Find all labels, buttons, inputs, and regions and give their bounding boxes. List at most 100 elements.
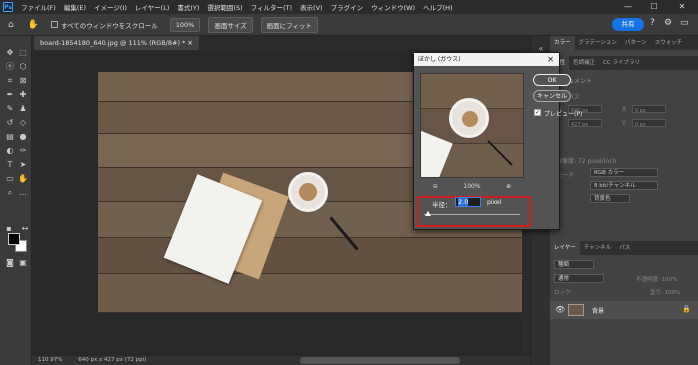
radius-label: 半径： xyxy=(432,201,452,209)
y-label: Y xyxy=(622,120,626,127)
menu-edit[interactable]: 編集(E) xyxy=(60,2,90,12)
tab-layers[interactable]: レイヤー xyxy=(550,241,580,255)
zoom-out-icon[interactable]: ⊖ xyxy=(433,183,438,190)
tab-adjustments[interactable]: 色調補正 xyxy=(569,56,599,70)
gaussian-blur-dialog: ぼかし (ガウス) ✕ ⊖ 100% ⊕ OK キャンセル ✓ プレビュー(P)… xyxy=(413,52,582,230)
color-mode-select[interactable]: RGB カラー xyxy=(590,168,658,177)
object-select-icon[interactable]: ⬡ xyxy=(18,62,28,72)
menu-view[interactable]: 表示(V) xyxy=(296,2,327,12)
history-brush-icon[interactable]: ↺ xyxy=(5,118,15,128)
gear-icon[interactable]: ⚙ xyxy=(664,18,672,28)
lasso-tool-icon[interactable]: ⓞ xyxy=(5,62,15,72)
scroll-all-windows-checkbox[interactable] xyxy=(50,21,58,28)
tab-cc-libraries[interactable]: CC ライブラリ xyxy=(599,56,644,70)
tab-swatches[interactable]: スウォッチ xyxy=(651,36,687,50)
menu-layer[interactable]: レイヤー(L) xyxy=(131,2,174,12)
status-zoom[interactable]: 110.97% xyxy=(38,357,62,363)
horizontal-scrollbar[interactable] xyxy=(300,357,460,364)
document-tab[interactable]: board-1854180_640.jpg @ 111% (RGB/8#) * … xyxy=(34,36,199,50)
workspace-icon[interactable]: ▭ xyxy=(680,18,689,28)
blur-tool-icon[interactable]: ● xyxy=(18,132,28,142)
preview-coffee-cup xyxy=(449,98,489,138)
coffee-cup xyxy=(288,172,328,212)
maximize-button[interactable]: ☐ xyxy=(644,0,664,14)
fill-select[interactable]: 背景色 xyxy=(590,194,630,203)
move-tool-icon[interactable]: ✥ xyxy=(5,48,15,58)
photoshop-logo: Ps xyxy=(3,2,13,12)
dodge-tool-icon[interactable]: ◐ xyxy=(5,146,15,156)
minimize-button[interactable]: — xyxy=(618,0,638,14)
layer-kind-filter[interactable]: 種類 xyxy=(554,260,594,269)
height-field[interactable]: 427 px xyxy=(568,119,602,128)
fill-percent-label[interactable]: 塗り: 100% xyxy=(650,288,680,296)
zoom-tool-icon[interactable]: ⌕ xyxy=(5,188,15,198)
radius-slider-track[interactable] xyxy=(424,214,520,215)
menu-image[interactable]: イメージ(I) xyxy=(90,2,131,12)
tab-channels[interactable]: チャンネル xyxy=(580,241,615,255)
swap-colors-icon[interactable]: ↔ xyxy=(20,224,30,234)
pen-tool-icon[interactable]: ✑ xyxy=(18,146,28,156)
quick-mask-icon[interactable]: ◙ xyxy=(5,258,15,268)
type-tool-icon[interactable]: T xyxy=(5,160,15,170)
eyedropper-icon[interactable]: ✒ xyxy=(5,90,15,100)
tab-pattern[interactable]: パターン xyxy=(621,36,651,50)
shape-tool-icon[interactable]: ▭ xyxy=(5,174,15,184)
hand-tool-icon[interactable]: ✋ xyxy=(18,174,28,184)
right-panels: カラー グラデーション パターン スウォッチ 属性 色調補正 CC ライブラリ … xyxy=(550,36,698,365)
path-select-icon[interactable]: ➤ xyxy=(18,160,28,170)
radius-input[interactable]: 2.0 xyxy=(455,197,481,207)
properties-panel-tabs: 属性 色調補正 CC ライブラリ xyxy=(550,56,698,70)
tab-gradient[interactable]: グラデーション xyxy=(575,36,621,50)
tab-color[interactable]: カラー xyxy=(550,36,575,50)
preview-zoom-row: ⊖ 100% ⊕ xyxy=(420,181,524,191)
brush-tool-icon[interactable]: ✎ xyxy=(5,104,15,114)
zoom-in-icon[interactable]: ⊕ xyxy=(506,183,511,190)
gradient-tool-icon[interactable]: ▤ xyxy=(5,132,15,142)
zoom-100-button[interactable]: 100% xyxy=(169,17,201,32)
foreground-color-swatch[interactable] xyxy=(8,233,20,245)
eye-icon[interactable]: 👁 xyxy=(555,305,565,314)
healing-brush-icon[interactable]: ✚ xyxy=(18,90,28,100)
dialog-preview-image[interactable] xyxy=(420,73,524,178)
more-tools-icon[interactable]: … xyxy=(18,188,28,198)
height-value: 427 px xyxy=(571,122,589,128)
menu-file[interactable]: ファイル(F) xyxy=(17,2,60,12)
preview-checkbox[interactable]: ✓ xyxy=(534,109,541,116)
radius-unit: pixel xyxy=(487,199,502,206)
radius-value: 2.0 xyxy=(458,198,469,206)
fit-screen-button[interactable]: 画面サイズ xyxy=(208,16,253,33)
layer-row-background[interactable]: 👁 背景 🔒 xyxy=(550,301,698,319)
menu-filter[interactable]: フィルター(T) xyxy=(247,2,296,12)
stamp-tool-icon[interactable]: ♟ xyxy=(18,104,28,114)
crop-tool-icon[interactable]: ⌗ xyxy=(5,76,15,86)
color-panel-tabs: カラー グラデーション パターン スウォッチ xyxy=(550,36,698,50)
menu-type[interactable]: 書式(Y) xyxy=(173,2,203,12)
artboard-tool-icon[interactable]: ⬚ xyxy=(18,48,28,58)
tab-paths[interactable]: パス xyxy=(615,241,634,255)
radius-slider-thumb[interactable] xyxy=(424,211,431,216)
home-icon[interactable]: ⌂ xyxy=(8,20,14,30)
menu-window[interactable]: ウィンドウ(W) xyxy=(367,2,419,12)
close-window-button[interactable]: ✕ xyxy=(672,0,692,14)
preview-zoom-level: 100% xyxy=(463,182,481,190)
help-icon[interactable]: ? xyxy=(650,18,655,28)
screen-mode-icon[interactable]: ▣ xyxy=(18,258,28,268)
dialog-close-icon[interactable]: ✕ xyxy=(547,53,554,66)
menu-select[interactable]: 選択範囲(S) xyxy=(203,2,246,12)
x-field[interactable]: 0 px xyxy=(632,105,666,114)
y-field[interactable]: 0 px xyxy=(632,119,666,128)
opacity-label[interactable]: 不透明度: 100% xyxy=(636,275,677,283)
frame-tool-icon[interactable]: ⊠ xyxy=(18,76,28,86)
eraser-icon[interactable]: ◇ xyxy=(18,118,28,128)
hand-tool-icon[interactable]: ✋ xyxy=(28,20,39,30)
cancel-button[interactable]: キャンセル xyxy=(533,90,571,102)
bit-depth-select[interactable]: 8 bit/チャンネル xyxy=(590,181,658,190)
resolution-label: 解像度: 72 pixel/inch xyxy=(556,158,617,165)
fill-screen-button[interactable]: 画面にフィット xyxy=(260,16,319,33)
share-button[interactable]: 共有 xyxy=(612,18,644,31)
blend-mode-select[interactable]: 通常 xyxy=(554,274,604,283)
menu-plugins[interactable]: プラグイン xyxy=(327,2,368,12)
ok-button[interactable]: OK xyxy=(533,74,571,86)
close-tab-icon[interactable]: ✕ xyxy=(187,39,192,47)
menu-help[interactable]: ヘルプ(H) xyxy=(419,2,456,12)
